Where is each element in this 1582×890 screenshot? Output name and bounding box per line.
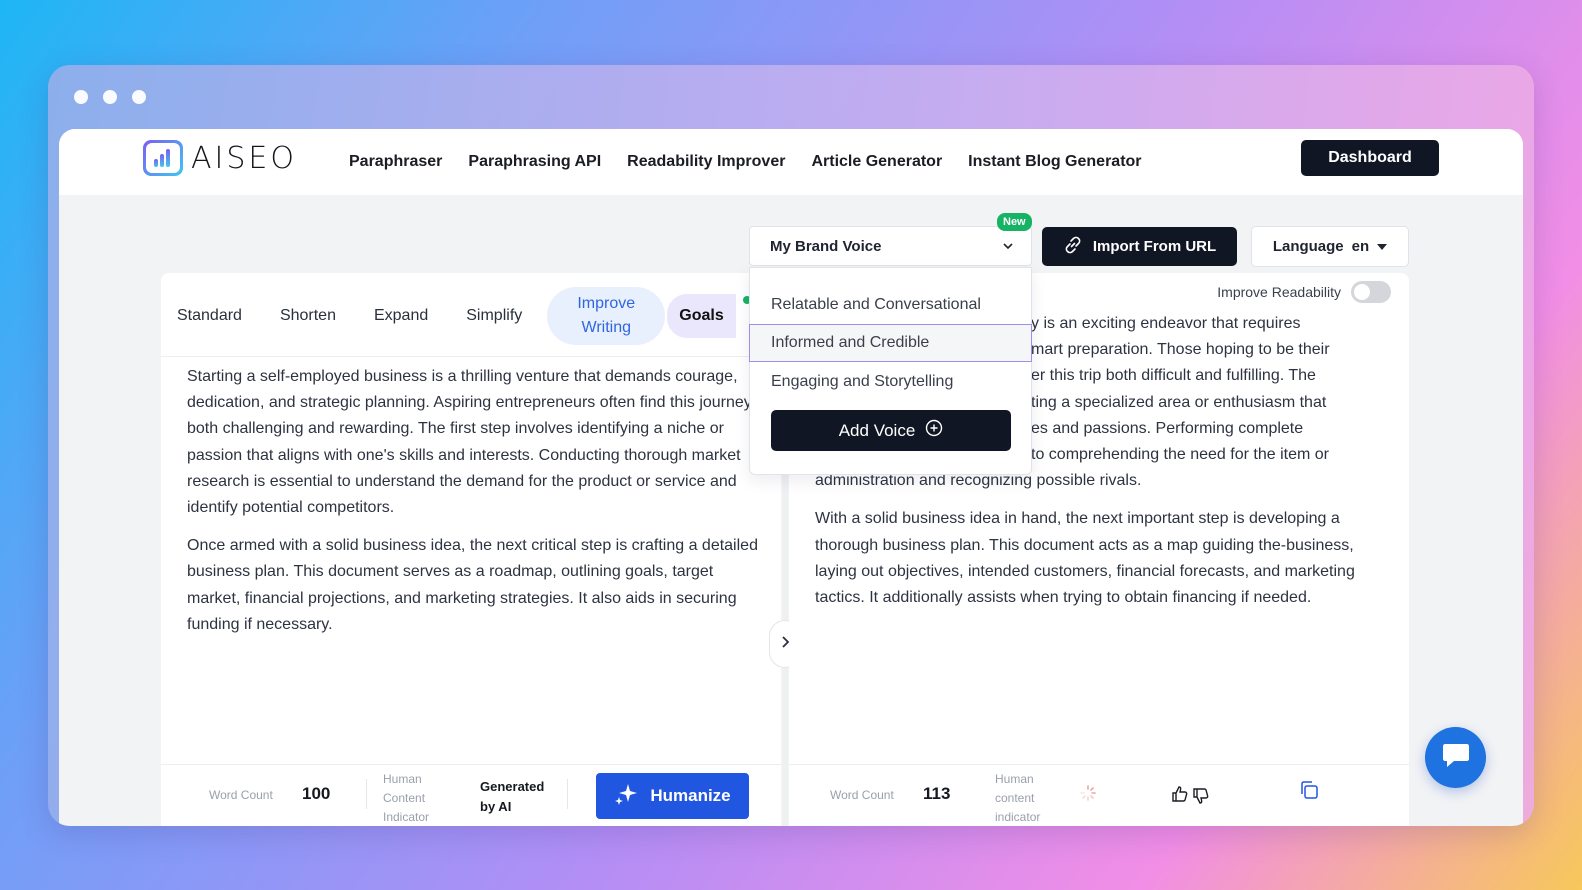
dashboard-button[interactable]: Dashboard <box>1301 140 1439 176</box>
tab-shorten[interactable]: Shorten <box>261 287 355 345</box>
language-value: en <box>1351 238 1370 255</box>
improve-readability-control: Improve Readability <box>1217 281 1391 303</box>
nav-link-readability-improver[interactable]: Readability Improver <box>627 153 785 171</box>
nav-links: Paraphraser Paraphrasing API Readability… <box>349 129 1142 195</box>
nav-link-paraphrasing-api[interactable]: Paraphrasing API <box>468 153 601 171</box>
window-controls <box>74 90 146 104</box>
brand-voice-label: My Brand Voice <box>770 237 882 255</box>
nav-link-instant-blog-generator[interactable]: Instant Blog Generator <box>968 153 1141 171</box>
humanize-label: Humanize <box>650 786 731 805</box>
thumbs-down-icon[interactable] <box>1192 787 1210 810</box>
word-count-label: Word Count <box>209 788 273 802</box>
new-badge: New <box>997 213 1032 231</box>
logo-icon <box>143 140 183 176</box>
tab-standard[interactable]: Standard <box>177 287 261 345</box>
add-voice-label: Add Voice <box>838 420 916 440</box>
divider <box>161 356 781 357</box>
window-dot[interactable] <box>103 90 117 104</box>
input-text[interactable]: Starting a self-employed business is a t… <box>187 364 759 650</box>
dropdown-item-relatable[interactable]: Relatable and Conversational <box>750 286 1031 324</box>
input-footer: Word Count 100 Human Content Indicator G… <box>161 764 781 826</box>
divider <box>366 779 367 809</box>
word-count-value: 113 <box>923 784 951 803</box>
dropdown-item-informed[interactable]: Informed and Credible <box>749 324 1032 362</box>
mode-tabs: Standard Shorten Expand Simplify Improve… <box>177 287 736 345</box>
plus-circle-icon <box>925 419 943 442</box>
output-paragraph: With a solid business idea in hand, the … <box>815 510 1355 607</box>
brand-voice-dropdown: Relatable and Conversational Informed an… <box>749 267 1032 475</box>
language-label: Language <box>1272 238 1344 255</box>
tab-expand[interactable]: Expand <box>355 287 447 345</box>
logo[interactable]: AISEO <box>143 140 297 176</box>
import-from-url-button[interactable]: Import From URL <box>1042 227 1237 266</box>
nav-link-article-generator[interactable]: Article Generator <box>811 153 942 171</box>
top-navbar: AISEO Paraphraser Paraphrasing API Reada… <box>59 129 1523 195</box>
caret-down-icon <box>1377 238 1388 255</box>
nav-link-paraphraser[interactable]: Paraphraser <box>349 153 442 171</box>
divider <box>567 779 568 809</box>
copy-icon[interactable] <box>1299 780 1319 805</box>
sparkle-icon <box>614 782 638 811</box>
improve-readability-label: Improve Readability <box>1217 284 1341 300</box>
chevron-down-icon <box>1001 239 1015 253</box>
brand-voice-select[interactable]: My Brand Voice <box>749 226 1032 266</box>
human-content-indicator-value: Generated by AI <box>480 779 545 814</box>
input-paragraph: Starting a self-employed business is a t… <box>187 368 752 517</box>
window-dot[interactable] <box>132 90 146 104</box>
improve-readability-toggle[interactable] <box>1351 281 1391 303</box>
humanize-button[interactable]: Humanize <box>596 773 749 819</box>
word-count-value: 100 <box>302 784 331 803</box>
input-panel: Standard Shorten Expand Simplify Improve… <box>161 273 781 826</box>
dropdown-item-engaging[interactable]: Engaging and Storytelling <box>750 363 1031 401</box>
word-count-label: Word Count <box>830 788 894 802</box>
human-content-indicator-label: Human content indicator <box>995 772 1041 824</box>
thumbs-up-icon[interactable] <box>1171 785 1189 808</box>
loading-spinner-icon <box>1080 785 1096 806</box>
tab-improve-writing[interactable]: Improve Writing <box>547 287 666 345</box>
output-footer: Word Count 113 Human content indicator <box>789 764 1409 826</box>
chat-button[interactable] <box>1425 727 1486 788</box>
language-select[interactable]: Language en <box>1251 226 1409 267</box>
add-voice-button[interactable]: Add Voice <box>771 410 1011 451</box>
app-viewport: AISEO Paraphraser Paraphrasing API Reada… <box>59 129 1523 826</box>
chat-icon <box>1441 741 1471 774</box>
tab-goals[interactable]: Goals <box>667 294 736 338</box>
human-content-indicator-label: Human Content Indicator <box>383 772 430 824</box>
browser-window: AISEO Paraphraser Paraphrasing API Reada… <box>48 65 1534 826</box>
tab-simplify[interactable]: Simplify <box>447 287 541 345</box>
link-icon <box>1063 235 1083 259</box>
window-dot[interactable] <box>74 90 88 104</box>
import-label: Import From URL <box>1092 238 1217 255</box>
input-paragraph: Once armed with a solid business idea, t… <box>187 537 758 633</box>
logo-text: AISEO <box>191 140 297 176</box>
